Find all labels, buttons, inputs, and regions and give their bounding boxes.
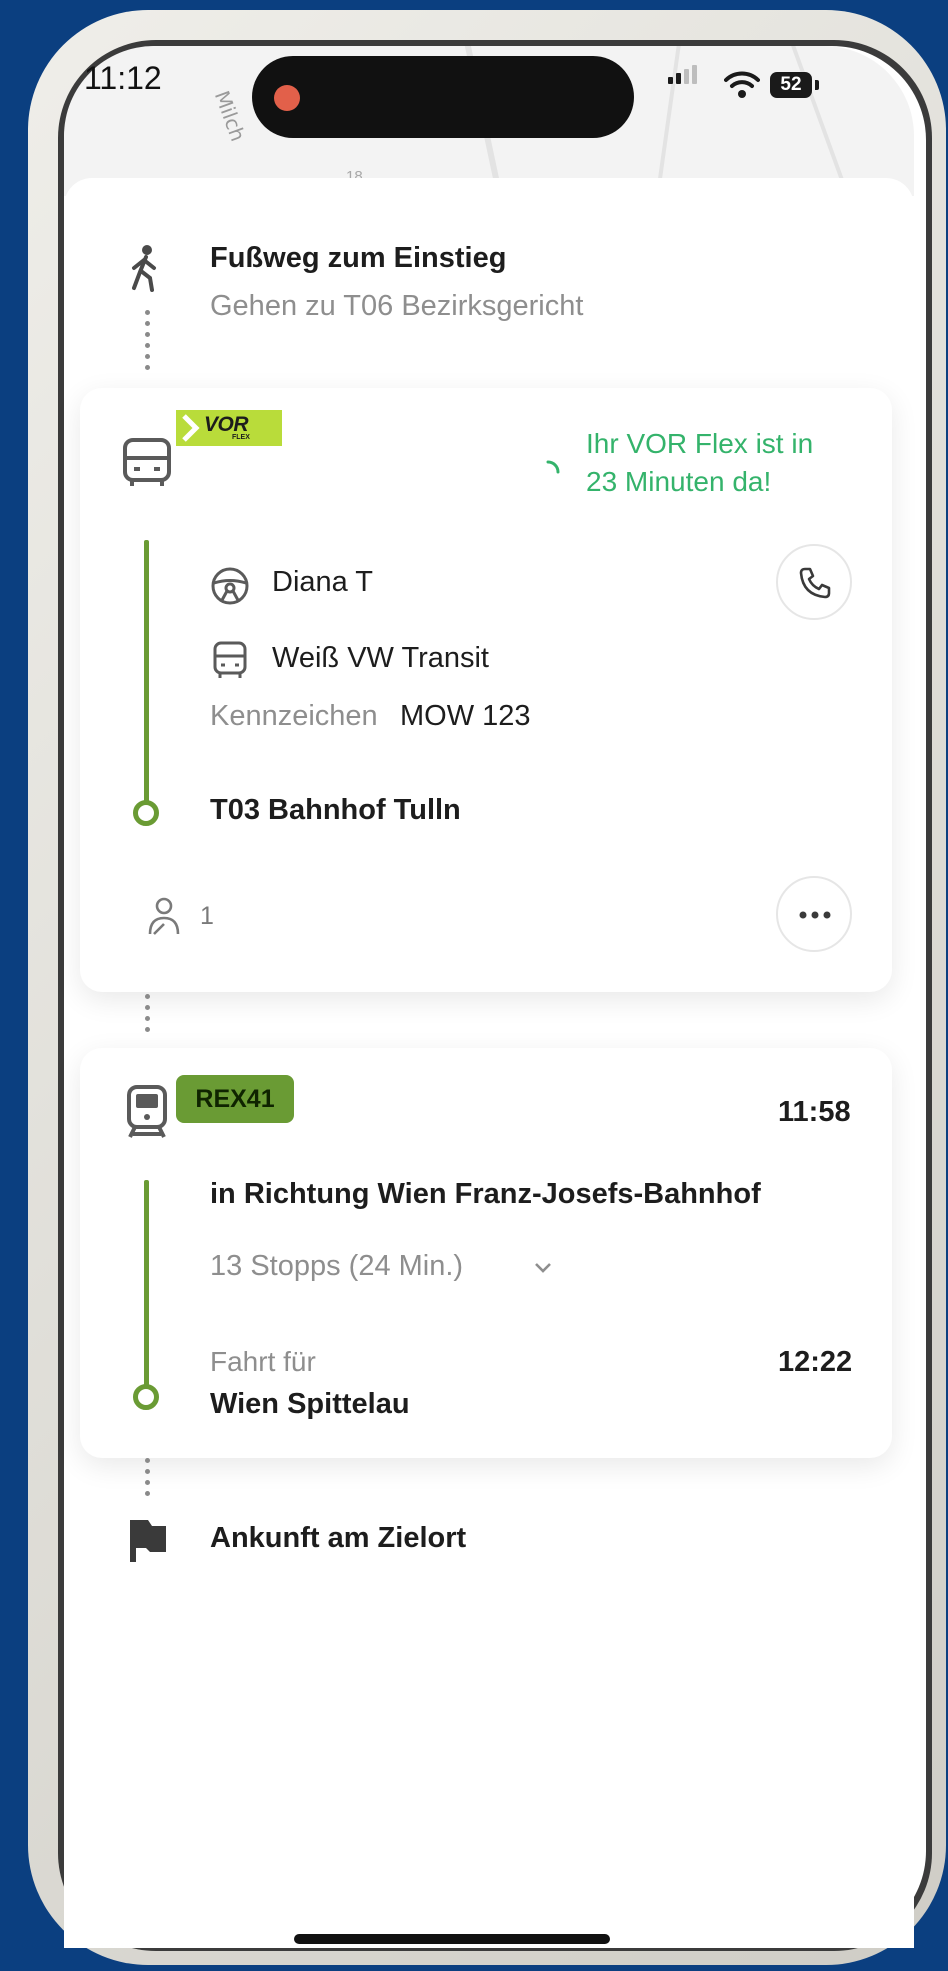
steering-wheel-icon (211, 567, 249, 605)
plate-label: Kennzeichen (210, 700, 378, 732)
stops-summary: 13 Stopps (24 Min.) (210, 1250, 464, 1282)
vehicle-icon (213, 641, 247, 678)
flag-icon (130, 1520, 166, 1562)
passenger-count: 1 (200, 902, 214, 930)
spinner-icon (546, 460, 560, 474)
dynamic-island (252, 56, 634, 138)
walk-subtitle: Gehen zu T06 Bezirksgericht (210, 290, 584, 322)
eta-line-2: 23 Minuten da! (586, 466, 772, 497)
home-indicator[interactable] (294, 1934, 610, 1944)
phone-icon (799, 567, 831, 599)
vor-chevron-icon (182, 414, 200, 442)
battery-icon: 52 (770, 72, 812, 98)
bottom-sheet-footer (64, 1700, 914, 1940)
route-line (144, 540, 149, 806)
train-arrival-time: 12:22 (778, 1346, 853, 1378)
ride-label: Fahrt für (210, 1346, 316, 1377)
walk-title: Fußweg zum Einstieg (210, 242, 507, 274)
vor-destination: T03 Bahnhof Tulln (210, 794, 461, 826)
battery-cap (815, 80, 819, 90)
train-icon (127, 1085, 167, 1138)
passenger-icon (148, 897, 180, 935)
more-icon (799, 911, 831, 919)
train-destination: Wien Spittelau (210, 1388, 410, 1420)
driver-name: Diana T (272, 566, 374, 598)
plate-value: MOW 123 (400, 700, 531, 732)
more-options-button[interactable] (776, 876, 852, 952)
vor-flex-logo: VOR FLEX (176, 410, 282, 446)
train-departure-time: 11:58 (778, 1096, 851, 1128)
train-route-end-marker (133, 1384, 159, 1410)
walk-connector (145, 310, 150, 376)
eta-line-1: Ihr VOR Flex ist in (586, 428, 814, 459)
wifi-icon (724, 71, 760, 98)
minibus-icon (123, 438, 171, 486)
call-driver-button[interactable] (776, 544, 852, 620)
final-connector (145, 1458, 150, 1502)
recording-indicator-icon (274, 85, 300, 111)
status-time: 11:12 (84, 60, 162, 96)
train-line-badge: REX41 (176, 1075, 294, 1123)
route-end-marker (133, 800, 159, 826)
vor-logo-subtext: FLEX (232, 434, 250, 441)
vehicle-description: Weiß VW Transit (272, 642, 489, 674)
arrival-title: Ankunft am Zielort (210, 1522, 467, 1554)
train-route-line (144, 1180, 149, 1392)
train-direction: in Richtung Wien Franz-Josefs-Bahnhof (210, 1178, 761, 1210)
transfer-connector (145, 994, 150, 1038)
walking-person-icon (132, 245, 156, 292)
chevron-down-icon (535, 1263, 551, 1273)
